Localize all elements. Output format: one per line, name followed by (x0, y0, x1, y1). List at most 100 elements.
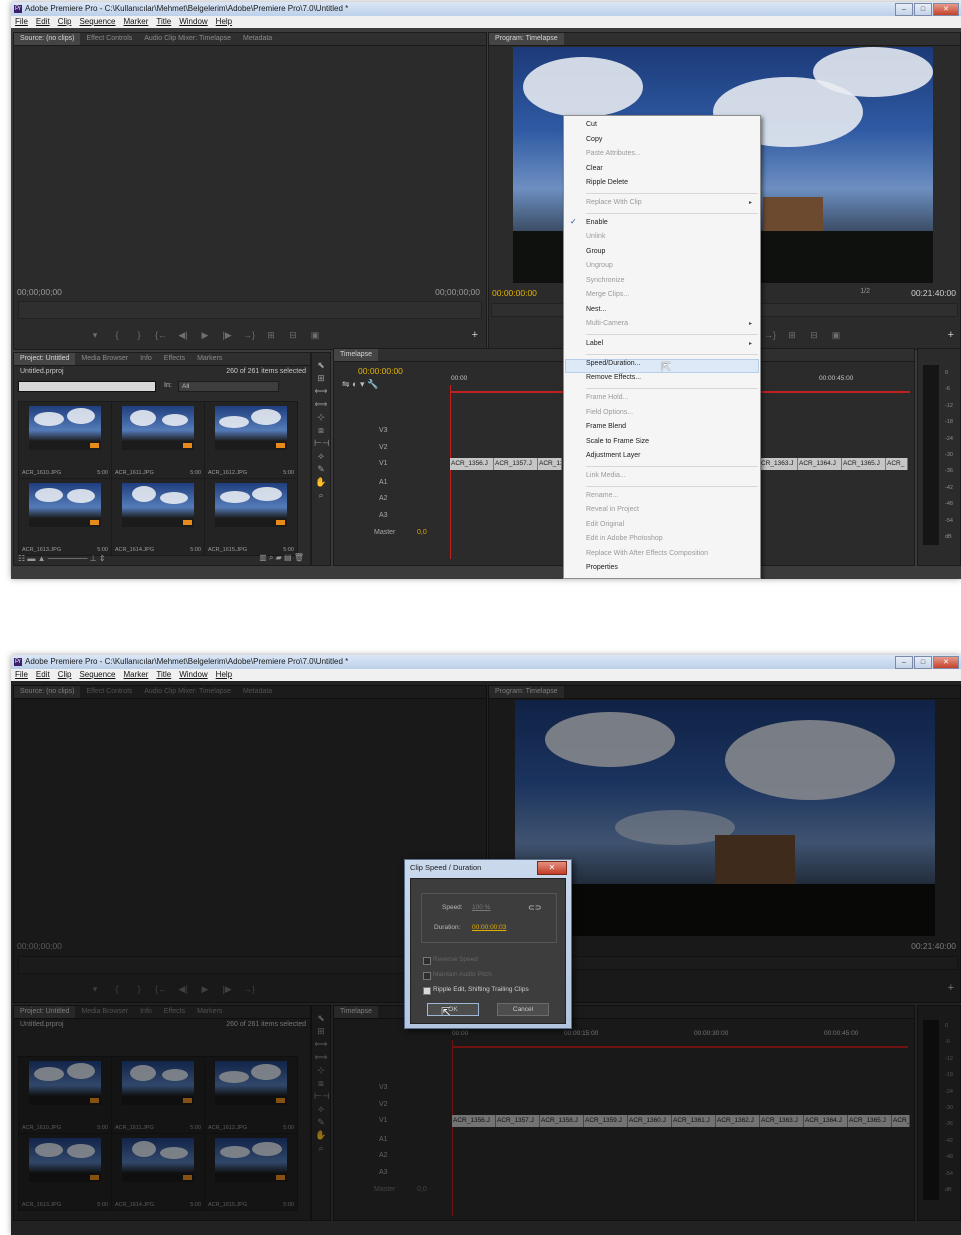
tab-timeline[interactable]: Timelapse (334, 349, 379, 361)
timeline-clip[interactable]: ACR_1357.J (494, 458, 538, 470)
menu-item-remove-effects[interactable]: Remove Effects... (586, 374, 641, 381)
program-zoom[interactable]: 1/2 (860, 288, 870, 295)
ripple-edit-checkbox[interactable] (423, 987, 431, 995)
extract-icon[interactable]: ⊟ (803, 330, 825, 341)
menu-item-rename[interactable]: Rename... (586, 492, 618, 499)
menu-item-multi-camera[interactable]: Multi-Camera (586, 320, 628, 327)
maximize-button[interactable]: □ (914, 656, 932, 669)
track-master[interactable]: Master (374, 529, 395, 536)
minimize-button[interactable]: – (895, 3, 913, 16)
source-scrubber[interactable] (18, 301, 482, 319)
menu-item-clear[interactable]: Clear (586, 165, 603, 172)
go-to-out-icon[interactable]: →} (759, 330, 781, 340)
timeline-timecode[interactable]: 00:00:00:00 (358, 366, 403, 376)
menu-item-paste-attributes[interactable]: Paste Attributes... (586, 150, 641, 157)
track-a1[interactable]: A1 (379, 479, 388, 486)
project-item[interactable]: ACR_1614.JPG 5:00 (111, 478, 205, 556)
timeline-clip[interactable]: CR_1363.J (760, 458, 798, 470)
menu-item-edit-in-photoshop[interactable]: Edit in Adobe Photoshop (586, 535, 663, 542)
menu-item-reveal-in-project[interactable]: Reveal in Project (586, 506, 639, 513)
go-to-out-icon[interactable]: →} (238, 330, 260, 340)
menu-edit[interactable]: Edit (36, 670, 50, 679)
close-button[interactable]: ✕ (933, 3, 959, 16)
tab-info[interactable]: Info (134, 353, 158, 365)
menu-item-cut[interactable]: Cut (586, 121, 597, 128)
timeline-clip[interactable]: ACR_1364.J (798, 458, 842, 470)
project-item[interactable]: ACR_1611.JPG 5:00 (111, 401, 205, 479)
menu-marker[interactable]: Marker (124, 17, 149, 26)
menu-item-frame-blend[interactable]: Frame Blend (586, 423, 626, 430)
project-search-input[interactable] (18, 381, 156, 392)
source-timecode[interactable]: 00;00;00;00 (17, 287, 62, 297)
menu-help[interactable]: Help (216, 670, 232, 679)
export-frame-icon[interactable]: ▣ (825, 330, 847, 341)
menu-item-adjustment-layer[interactable]: Adjustment Layer (586, 452, 640, 459)
duration-value[interactable]: 00:00:00:03 (472, 924, 506, 931)
menu-item-synchronize[interactable]: Synchronize (586, 277, 625, 284)
new-item-icons[interactable]: ▥ ⌕ ▰ ▤ 🗑 (259, 553, 304, 563)
menu-item-enable[interactable]: Enable (586, 219, 608, 226)
track-v2[interactable]: V2 (379, 444, 388, 451)
track-v3[interactable]: V3 (379, 427, 388, 434)
project-item[interactable]: ACR_1610.JPG 5:00 (18, 401, 112, 479)
project-item[interactable]: ACR_1613.JPG 5:00 (18, 478, 112, 556)
menu-item-ripple-delete[interactable]: Ripple Delete (586, 179, 628, 186)
menu-item-frame-hold[interactable]: Frame Hold... (586, 394, 628, 401)
master-value[interactable]: 0,0 (417, 529, 427, 536)
menu-item-scale-to-frame-size[interactable]: Scale to Frame Size (586, 438, 649, 445)
menu-item-edit-original[interactable]: Edit Original (586, 521, 624, 528)
menu-item-properties[interactable]: Properties (586, 564, 618, 571)
menu-item-speed-duration[interactable]: Speed/Duration... (586, 360, 640, 367)
menu-sequence[interactable]: Sequence (79, 670, 115, 679)
timeline-clip[interactable]: ACR_ (886, 458, 908, 470)
go-to-in-icon[interactable]: {← (150, 330, 172, 340)
menu-item-replace-with-clip[interactable]: Replace With Clip (586, 199, 642, 206)
menu-file[interactable]: File (15, 17, 28, 26)
menu-item-nest[interactable]: Nest... (586, 306, 606, 313)
in-filter-select[interactable]: All (178, 381, 279, 392)
lift-icon[interactable]: ⊞ (781, 330, 803, 341)
play-icon[interactable]: ▶ (194, 330, 216, 341)
tab-effects[interactable]: Effects (158, 353, 191, 365)
tool-icons[interactable]: ⬉ ⊞ ⟷ ⟺ ⊹ ⧈ ⊢⊣ ⟡ ✎ ✋ ⌕ (314, 359, 330, 502)
menu-title[interactable]: Title (156, 17, 171, 26)
menu-file[interactable]: File (15, 670, 28, 679)
track-v1[interactable]: V1 (379, 460, 388, 467)
mark-out-icon[interactable]: } (128, 330, 150, 340)
track-a3[interactable]: A3 (379, 512, 388, 519)
timeline-tool-icons[interactable]: ⇋ ◐ ▾ 🔧 (342, 379, 378, 390)
export-frame-icon[interactable]: ▣ (304, 330, 326, 341)
menu-item-replace-with-ae-comp[interactable]: Replace With After Effects Composition (586, 550, 708, 557)
mark-in-icon[interactable]: { (106, 330, 128, 340)
menu-item-label[interactable]: Label (586, 340, 603, 347)
menu-item-ungroup[interactable]: Ungroup (586, 262, 613, 269)
program-timecode[interactable]: 00:00:00:00 (492, 288, 537, 298)
overwrite-icon[interactable]: ⊟ (282, 330, 304, 341)
track-a2[interactable]: A2 (379, 495, 388, 502)
dialog-close-button[interactable]: ✕ (537, 861, 567, 875)
menu-help[interactable]: Help (216, 17, 232, 26)
tab-markers[interactable]: Markers (191, 353, 228, 365)
maximize-button[interactable]: □ (914, 3, 932, 16)
reverse-speed-checkbox[interactable] (423, 957, 431, 965)
menu-marker[interactable]: Marker (124, 670, 149, 679)
tab-metadata[interactable]: Metadata (237, 33, 278, 45)
cancel-button[interactable]: Cancel (497, 1003, 549, 1016)
maintain-pitch-checkbox[interactable] (423, 972, 431, 980)
speed-value[interactable]: 100 % (472, 904, 490, 911)
timeline-clip[interactable]: ACR_1365.J (842, 458, 886, 470)
tab-effect-controls[interactable]: Effect Controls (80, 33, 138, 45)
list-view-icon[interactable]: ☷ ▬ ▲ ─────── ⊥ ⇕ (18, 554, 106, 563)
menu-item-group[interactable]: Group (586, 248, 605, 255)
ok-button[interactable]: OK (427, 1003, 479, 1016)
menu-edit[interactable]: Edit (36, 17, 50, 26)
menu-clip[interactable]: Clip (58, 670, 72, 679)
link-chain-icon[interactable]: ⊂⊃ (528, 903, 541, 912)
tab-media-browser[interactable]: Media Browser (75, 353, 134, 365)
tab-audio-clip-mixer[interactable]: Audio Clip Mixer: Timelapse (138, 33, 237, 45)
close-button[interactable]: ✕ (933, 656, 959, 669)
project-item[interactable]: ACR_1615.JPG 5:00 (204, 478, 298, 556)
timeline-clip[interactable]: ACR_1356.J (450, 458, 494, 470)
playhead[interactable] (450, 385, 451, 559)
menu-item-link-media[interactable]: Link Media... (586, 472, 626, 479)
